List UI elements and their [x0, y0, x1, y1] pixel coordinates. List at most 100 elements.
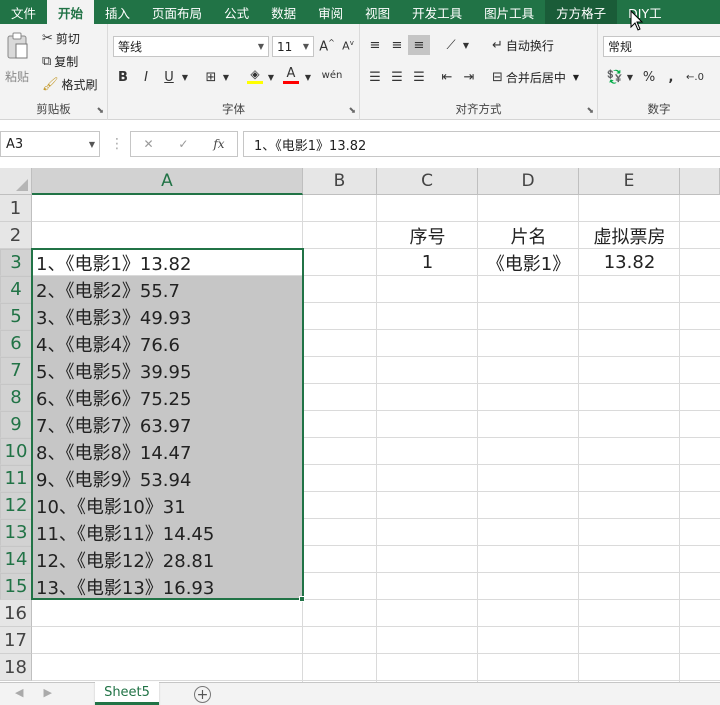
add-sheet-button[interactable]: +: [194, 686, 211, 703]
cell-a8[interactable]: 6、《电影6》75.25: [36, 384, 301, 411]
tab-view[interactable]: 视图: [354, 0, 401, 24]
phonetic-button[interactable]: wén: [321, 65, 343, 85]
align-middle-button[interactable]: ≡: [386, 35, 408, 55]
cell-a6[interactable]: 4、《电影4》76.6: [36, 330, 301, 357]
tab-formulas[interactable]: 公式: [213, 0, 260, 24]
row-header-8[interactable]: 8: [0, 384, 32, 411]
column-header-a[interactable]: A: [32, 168, 303, 195]
cell-d2[interactable]: 片名: [478, 222, 579, 249]
increase-font-button[interactable]: A^: [316, 36, 338, 56]
cell-a13[interactable]: 11、《电影11》14.45: [36, 519, 301, 546]
accounting-format-button[interactable]: 💱: [604, 67, 626, 87]
column-header-c[interactable]: C: [377, 168, 478, 195]
cell-a10[interactable]: 8、《电影8》14.47: [36, 438, 301, 465]
tab-picture-tools[interactable]: 图片工具: [473, 0, 545, 24]
cell-a9[interactable]: 7、《电影7》63.97: [36, 411, 301, 438]
tab-page-layout[interactable]: 页面布局: [141, 0, 213, 24]
cell-a7[interactable]: 5、《电影5》39.95: [36, 357, 301, 384]
cut-button[interactable]: ✂ 剪切: [42, 30, 80, 47]
orientation-button[interactable]: ⟋: [440, 35, 462, 55]
row-header-9[interactable]: 9: [0, 411, 32, 438]
cell-e3[interactable]: 13.82: [579, 249, 680, 276]
merge-center-button[interactable]: ⊟ 合并后居中 ▼: [492, 69, 579, 86]
format-painter-button[interactable]: 🖌 格式刷: [42, 76, 98, 93]
tab-ffcell[interactable]: 方方格子: [545, 0, 618, 24]
row-header-12[interactable]: 12: [0, 492, 32, 519]
italic-button[interactable]: I: [135, 67, 157, 87]
underline-button[interactable]: U: [158, 67, 180, 87]
tab-home[interactable]: 开始: [47, 0, 95, 24]
alignment-launcher-icon[interactable]: ⬊: [586, 106, 594, 116]
number-format-select[interactable]: 常规: [603, 36, 720, 57]
tab-insert[interactable]: 插入: [94, 0, 141, 24]
clipboard-launcher-icon[interactable]: ⬊: [96, 106, 104, 116]
cell-a4[interactable]: 2、《电影2》55.7: [36, 276, 301, 303]
row-header-2[interactable]: 2: [0, 222, 32, 249]
row-header-17[interactable]: 17: [0, 627, 32, 654]
decrease-indent-button[interactable]: ⇤: [436, 67, 458, 87]
sheet-tab-sheet5[interactable]: Sheet5: [95, 682, 159, 705]
fill-color-button[interactable]: ◈: [244, 65, 266, 85]
name-box[interactable]: A3 ▼: [0, 131, 100, 157]
orientation-dropdown[interactable]: ▼: [460, 35, 472, 55]
font-size-select[interactable]: 11 ▼: [272, 36, 314, 57]
cell-a12[interactable]: 10、《电影10》31: [36, 492, 301, 519]
cell-d3[interactable]: 《电影1》: [478, 249, 579, 276]
tab-developer[interactable]: 开发工具: [401, 0, 473, 24]
align-center-button[interactable]: ☰: [386, 67, 408, 87]
align-bottom-button[interactable]: ≡: [408, 35, 430, 55]
cancel-icon[interactable]: ✕: [143, 137, 153, 151]
fill-color-dropdown[interactable]: ▼: [265, 67, 277, 87]
column-header-b[interactable]: B: [303, 168, 377, 195]
column-header-e[interactable]: E: [579, 168, 680, 195]
row-header-10[interactable]: 10: [0, 438, 32, 465]
row-header-14[interactable]: 14: [0, 546, 32, 573]
tab-data[interactable]: 数据: [260, 0, 307, 24]
column-header-d[interactable]: D: [478, 168, 579, 195]
paste-button[interactable]: 粘贴: [5, 32, 29, 85]
copy-button[interactable]: ⧉ 复制: [42, 53, 78, 70]
cell-a5[interactable]: 3、《电影3》49.93: [36, 303, 301, 330]
comma-button[interactable]: ,: [660, 67, 682, 87]
row-header-13[interactable]: 13: [0, 519, 32, 546]
insert-function-button[interactable]: fx: [213, 137, 224, 151]
row-header-16[interactable]: 16: [0, 600, 32, 627]
align-left-button[interactable]: ☰: [364, 67, 386, 87]
cell-a11[interactable]: 9、《电影9》53.94: [36, 465, 301, 492]
check-icon[interactable]: ✓: [178, 137, 188, 151]
percent-button[interactable]: %: [638, 67, 660, 87]
wrap-text-button[interactable]: ↵ 自动换行: [492, 37, 554, 54]
font-color-button[interactable]: A: [280, 65, 302, 85]
font-launcher-icon[interactable]: ⬊: [348, 106, 356, 116]
row-header-11[interactable]: 11: [0, 465, 32, 492]
next-sheet-icon[interactable]: ▶: [43, 686, 51, 699]
decrease-font-button[interactable]: Av: [337, 36, 359, 56]
font-name-select[interactable]: 等线 ▼: [113, 36, 269, 57]
row-header-5[interactable]: 5: [0, 303, 32, 330]
accounting-dropdown[interactable]: ▼: [624, 67, 636, 87]
row-header-1[interactable]: 1: [0, 195, 32, 222]
tab-file[interactable]: 文件: [0, 0, 47, 24]
borders-button[interactable]: ⊞: [200, 67, 222, 87]
align-right-button[interactable]: ☰: [408, 67, 430, 87]
increase-indent-button[interactable]: ⇥: [458, 67, 480, 87]
row-header-7[interactable]: 7: [0, 357, 32, 384]
borders-dropdown[interactable]: ▼: [220, 67, 232, 87]
cell-c3[interactable]: 1: [377, 249, 478, 276]
prev-sheet-icon[interactable]: ◀: [15, 686, 23, 699]
row-header-4[interactable]: 4: [0, 276, 32, 303]
cell-c2[interactable]: 序号: [377, 222, 478, 249]
formula-input[interactable]: 1、《电影1》13.82: [243, 131, 720, 157]
tab-review[interactable]: 审阅: [307, 0, 354, 24]
cell-a15[interactable]: 13、《电影13》16.93: [36, 573, 301, 600]
row-header-15[interactable]: 15: [0, 573, 32, 600]
increase-decimal-button[interactable]: ←.0: [684, 67, 706, 87]
underline-dropdown[interactable]: ▼: [179, 67, 191, 87]
font-color-dropdown[interactable]: ▼: [302, 67, 314, 87]
row-header-6[interactable]: 6: [0, 330, 32, 357]
row-header-18[interactable]: 18: [0, 654, 32, 681]
cell-a3[interactable]: 1、《电影1》13.82: [36, 249, 301, 276]
tab-diy[interactable]: DIY工: [617, 0, 672, 24]
cell-e2[interactable]: 虚拟票房: [579, 222, 680, 249]
cell-a14[interactable]: 12、《电影12》28.81: [36, 546, 301, 573]
